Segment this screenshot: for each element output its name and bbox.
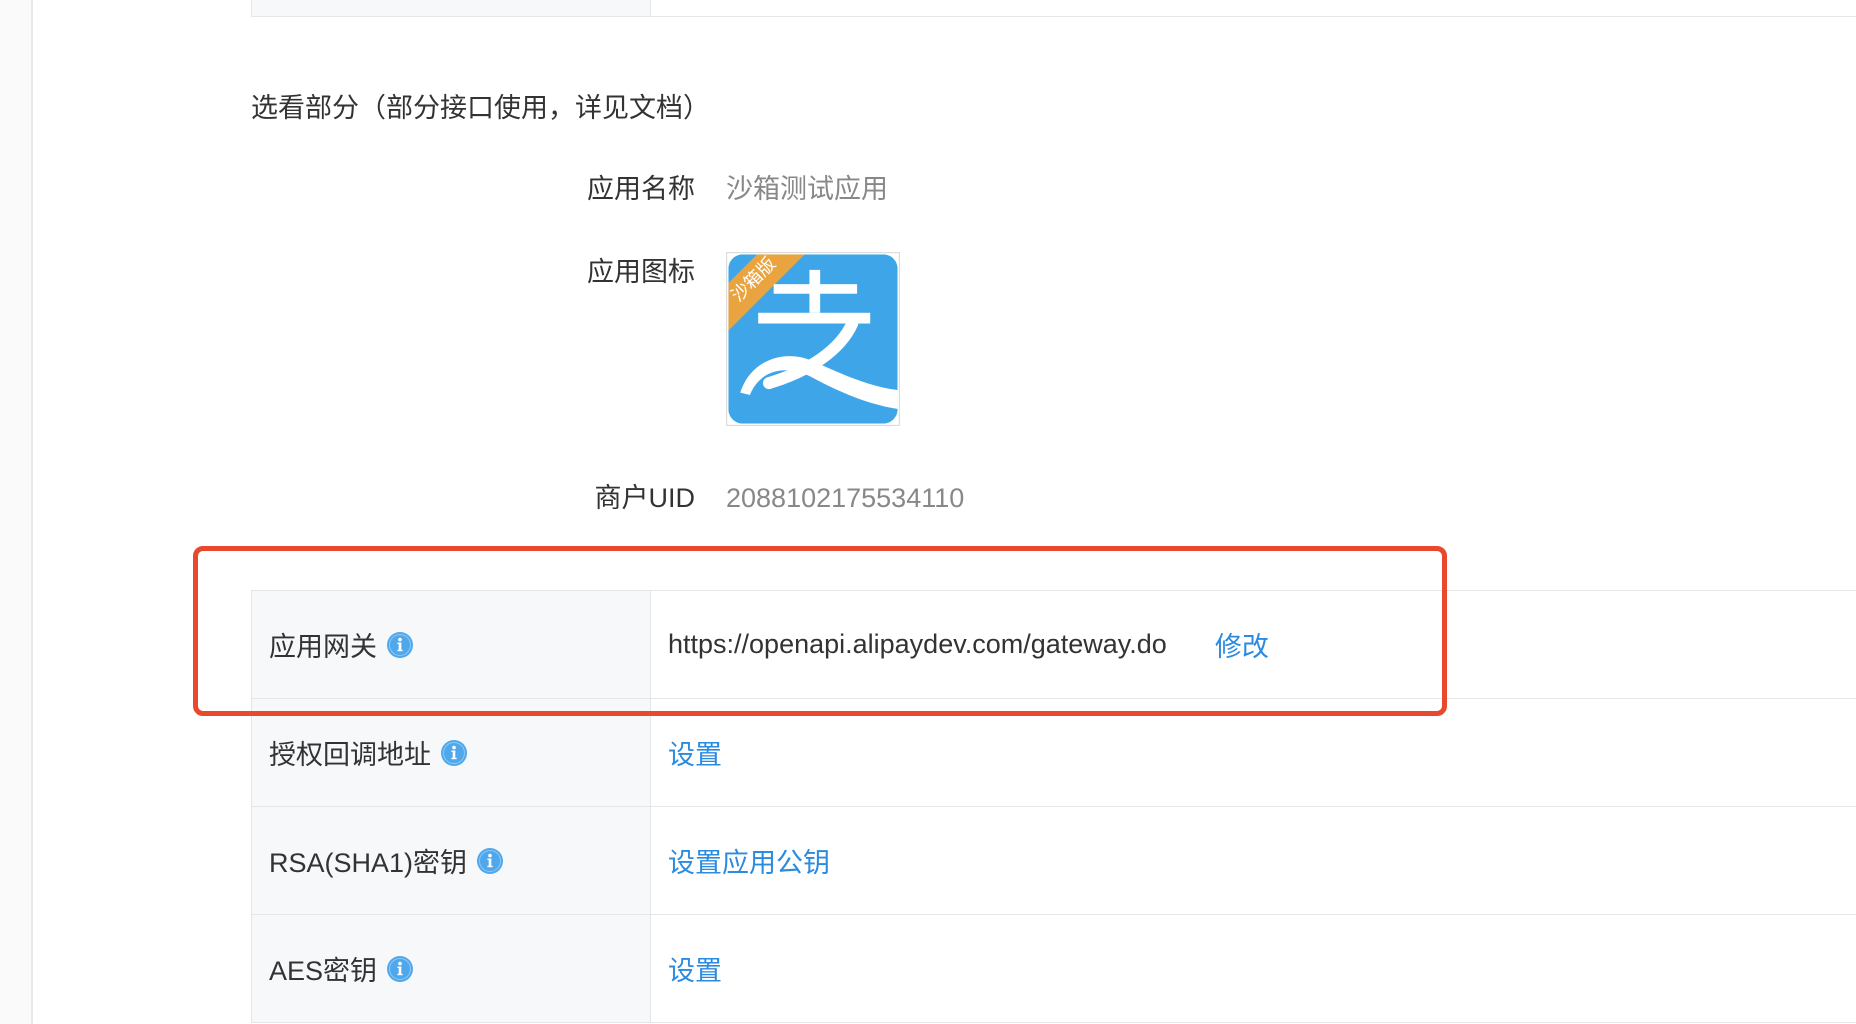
section-title: 选看部分（部分接口使用，详见文档） <box>251 93 710 123</box>
set-aes-key-link[interactable]: 设置 <box>668 949 722 988</box>
table-value-cell: 设置应用公钥 <box>651 807 1856 914</box>
gateway-label: 应用网关 <box>269 632 377 662</box>
set-app-public-key-link[interactable]: 设置应用公钥 <box>668 841 830 880</box>
table-row-gateway: 应用网关 https://openapi.alipaydev.com/gatew… <box>252 591 1856 699</box>
alipay-sandbox-app-icon: 沙箱版 <box>726 252 900 426</box>
table-row-rsa-key: RSA(SHA1)密钥 设置应用公钥 <box>252 807 1856 915</box>
merchant-uid-label: 商户UID <box>594 483 696 513</box>
table-row-auth-callback: 授权回调地址 设置 <box>252 699 1856 807</box>
table-label-cell: AES密钥 <box>252 915 651 1022</box>
table-row-aes-key: AES密钥 设置 <box>252 915 1856 1023</box>
app-icon-label: 应用图标 <box>587 257 695 287</box>
auth-callback-label: 授权回调地址 <box>269 740 431 770</box>
table-label-cell: RSA(SHA1)密钥 <box>252 807 651 914</box>
table-label-cell: 授权回调地址 <box>252 699 651 806</box>
previous-table-row <box>251 0 1856 17</box>
previous-table-label-cell <box>252 0 651 16</box>
info-icon[interactable] <box>441 739 467 766</box>
modify-gateway-link[interactable]: 修改 <box>1215 625 1269 664</box>
left-rail <box>0 0 33 1024</box>
rsa-key-label: RSA(SHA1)密钥 <box>269 848 468 878</box>
table-value-cell: 设置 <box>651 699 1856 806</box>
info-icon[interactable] <box>387 955 414 982</box>
aes-key-label: AES密钥 <box>269 956 378 986</box>
info-icon[interactable] <box>477 847 504 874</box>
table-value-cell: https://openapi.alipaydev.com/gateway.do… <box>651 591 1856 698</box>
merchant-uid-value: 2088102175534110 <box>726 483 965 513</box>
settings-table: 应用网关 https://openapi.alipaydev.com/gatew… <box>251 590 1856 1023</box>
table-value-cell: 设置 <box>651 915 1856 1022</box>
gateway-url-value: https://openapi.alipaydev.com/gateway.do <box>668 629 1167 659</box>
info-icon[interactable] <box>387 631 413 658</box>
app-name-label: 应用名称 <box>587 174 695 204</box>
set-auth-callback-link[interactable]: 设置 <box>668 733 722 772</box>
table-label-cell: 应用网关 <box>252 591 651 698</box>
app-name-value: 沙箱测试应用 <box>726 174 888 204</box>
